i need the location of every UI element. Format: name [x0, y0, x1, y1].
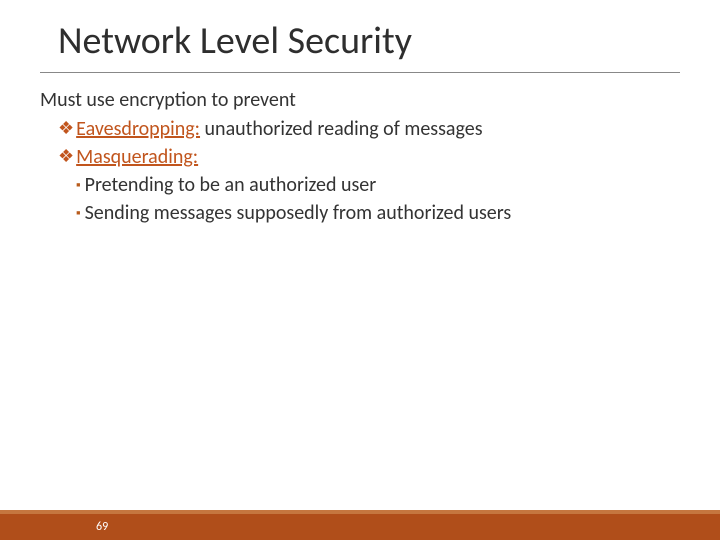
list-item: ▪Sending messages supposedly from author…: [40, 200, 690, 227]
slide-body: Must use encryption to prevent ❖Eavesdro…: [0, 87, 720, 227]
diamond-icon: ❖: [58, 116, 74, 140]
intro-text: Must use encryption to prevent: [40, 87, 690, 114]
term-masquerading: Masquerading:: [76, 145, 198, 169]
footer-bar: 69: [0, 514, 720, 540]
diamond-icon: ❖: [58, 144, 74, 168]
list-item: ❖Masquerading:: [40, 144, 690, 171]
slide-footer: 69: [0, 510, 720, 540]
subitem-text: Pretending to be an authorized user: [85, 173, 377, 197]
slide-title: Network Level Security: [0, 0, 720, 72]
page-number: 69: [0, 520, 108, 534]
title-divider: [40, 72, 680, 73]
list-item: ▪Pretending to be an authorized user: [40, 172, 690, 199]
subitem-text: Sending messages supposedly from authori…: [85, 201, 512, 225]
term-desc: unauthorized reading of messages: [200, 117, 483, 141]
square-icon: ▪: [76, 205, 81, 223]
term-eavesdropping: Eavesdropping:: [76, 117, 200, 141]
list-item: ❖Eavesdropping: unauthorized reading of …: [40, 116, 690, 143]
square-icon: ▪: [76, 177, 81, 195]
